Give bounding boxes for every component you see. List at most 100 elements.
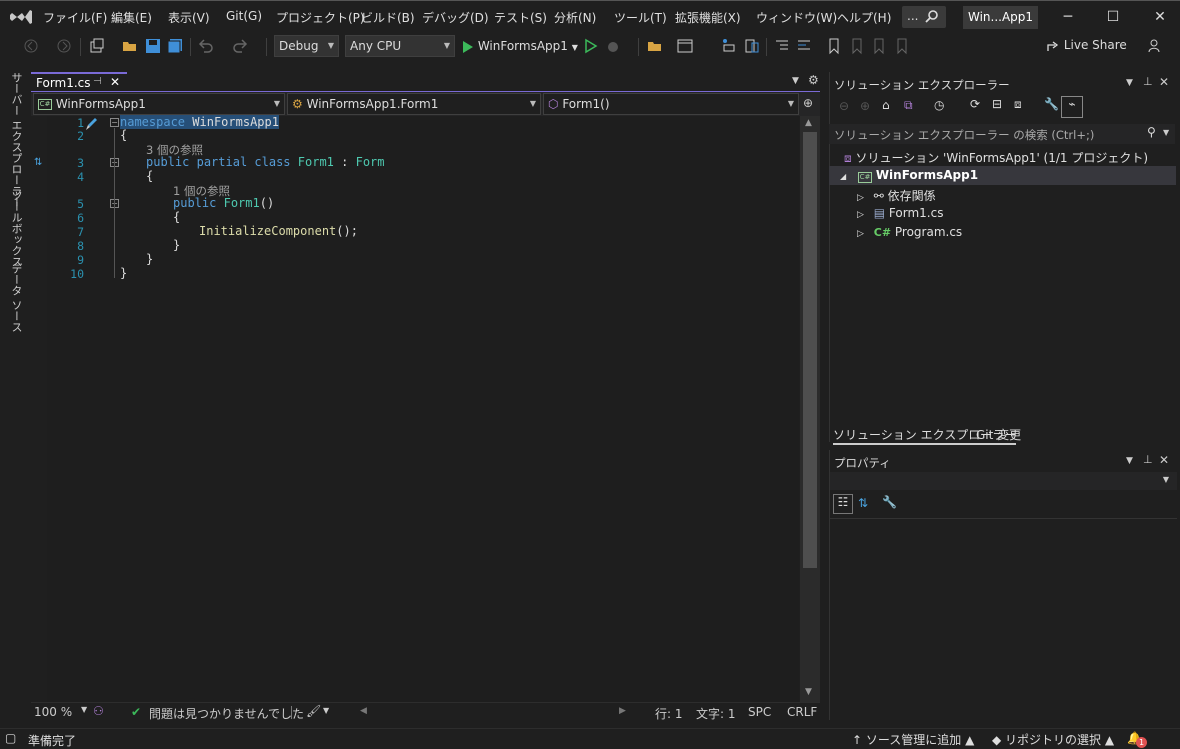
close-tab-icon[interactable]: ✕ — [110, 75, 120, 89]
zoom-level[interactable]: 100 % — [34, 705, 72, 719]
alphabetical-sort-icon[interactable]: ⇅ — [858, 496, 868, 510]
tree-item-dependencies[interactable]: ▷ ⚯ 依存関係 — [857, 187, 936, 204]
back-icon[interactable] — [22, 37, 40, 55]
solution-explorer-search[interactable]: ソリューション エクスプローラー の検索 (Ctrl+;) ⚲ ▼ — [829, 124, 1175, 144]
solution-folder-icon[interactable] — [646, 37, 664, 55]
live-share-button[interactable]: Live Share — [1046, 38, 1127, 53]
tab-git-changes[interactable]: Git 変更 — [976, 426, 1021, 443]
close-panel-icon[interactable]: ✕ — [1159, 75, 1169, 89]
whitespace-indicator[interactable]: SPC — [748, 705, 771, 719]
undo-icon[interactable] — [196, 37, 214, 55]
editor-vertical-scrollbar[interactable]: ▲ ▼ — [800, 116, 820, 702]
save-all-icon[interactable] — [166, 37, 184, 55]
new-item-icon[interactable] — [88, 37, 106, 55]
browser-link-icon[interactable] — [676, 37, 694, 55]
step-icon[interactable] — [720, 37, 738, 55]
next-bookmark-icon[interactable] — [870, 37, 888, 55]
chevron-down-icon[interactable]: ▼ — [323, 706, 329, 715]
scroll-up-icon[interactable]: ▲ — [805, 118, 812, 128]
menu-help[interactable]: ヘルプ(H) — [837, 9, 891, 26]
document-tab-form1[interactable]: Form1.cs ⊣ ✕ — [31, 72, 127, 93]
project-name-badge[interactable]: Win...App1 — [963, 6, 1038, 29]
expanded-chevron-icon[interactable]: ◢ — [840, 172, 846, 181]
split-editor-icon[interactable]: ⊕ — [803, 96, 813, 110]
outdent-icon[interactable] — [795, 37, 813, 55]
code-editor[interactable]: ⇅ 1 2 3 4 5 6 7 8 9 10 − − − namespace W… — [31, 115, 799, 702]
collapse-toggle[interactable]: − — [110, 118, 119, 127]
source-control-button[interactable]: ↑ ソース管理に追加 ▲ — [852, 731, 974, 748]
search-button[interactable]: ... — [902, 6, 946, 28]
tree-project-node[interactable]: ◢ C# WinFormsApp1 — [840, 168, 978, 183]
object-selector[interactable]: ▼ — [830, 472, 1177, 490]
switch-views-icon[interactable]: ⧉ — [904, 98, 913, 113]
close-panel-icon[interactable]: ✕ — [1159, 453, 1169, 467]
quick-actions-brush-icon[interactable] — [83, 116, 99, 132]
maximize-icon[interactable]: ☐ — [1098, 7, 1128, 27]
tree-item-form1[interactable]: ▷ ▤ Form1.cs — [857, 206, 943, 220]
menu-build[interactable]: ビルド(B) — [361, 9, 415, 26]
bookmark-icon[interactable] — [825, 37, 843, 55]
tree-item-program[interactable]: ▷ C# Program.cs — [857, 225, 962, 239]
menu-test[interactable]: テスト(S) — [494, 9, 547, 26]
menu-file[interactable]: ファイル(F) — [43, 9, 107, 26]
menu-extensions[interactable]: 拡張機能(X) — [675, 9, 741, 26]
close-window-icon[interactable]: ✕ — [1145, 7, 1175, 27]
line-ending-indicator[interactable]: CRLF — [787, 705, 817, 719]
menu-project[interactable]: プロジェクト(P) — [276, 9, 365, 26]
code-cleanup-brush-icon[interactable]: 🖌 — [306, 704, 321, 718]
show-all-files-icon[interactable]: ⧈ — [1014, 97, 1022, 112]
collapse-all-icon[interactable]: ⊟ — [992, 97, 1002, 111]
column-indicator[interactable]: 文字: 1 — [696, 705, 736, 722]
tab-list-chevron-icon[interactable]: ▼ — [792, 76, 799, 86]
menu-analyze[interactable]: 分析(N) — [554, 9, 596, 26]
scroll-left-icon[interactable]: ◀ — [360, 706, 367, 716]
chevron-down-icon[interactable]: ▼ — [81, 705, 87, 714]
search-icon[interactable]: ⚲ — [1147, 125, 1156, 139]
back-icon[interactable]: ⊖ — [839, 99, 849, 113]
prev-bookmark-icon[interactable] — [848, 37, 866, 55]
scroll-down-icon[interactable]: ▼ — [805, 687, 812, 697]
class-nav-dropdown[interactable]: ⚙ WinFormsApp1.Form1 ▼ — [287, 93, 541, 115]
properties-wrench-icon[interactable]: 🔧 — [1044, 97, 1059, 111]
pin-icon[interactable]: ⊥ — [1143, 453, 1153, 466]
settings-gear-icon[interactable]: ⚙ — [808, 73, 819, 87]
platform-dropdown[interactable]: Any CPU ▼ — [345, 35, 455, 57]
configuration-dropdown[interactable]: Debug ▼ — [274, 35, 339, 57]
forward-icon[interactable] — [55, 37, 73, 55]
line-indicator[interactable]: 行: 1 — [655, 705, 683, 722]
intellicode-icon[interactable]: ⚇ — [93, 704, 104, 718]
start-without-debugging-icon[interactable] — [582, 37, 600, 55]
data-sources-tab[interactable]: データ ソース — [8, 263, 24, 333]
sync-icon[interactable]: ⟳ — [970, 97, 980, 111]
tree-solution-node[interactable]: ⧈ ソリューション 'WinFormsApp1' (1/1 プロジェクト) — [844, 149, 1148, 166]
chevron-down-icon[interactable]: ▼ — [1163, 128, 1169, 137]
categorized-icon[interactable]: ☷ — [833, 494, 853, 514]
breakpoints-icon[interactable] — [743, 37, 761, 55]
home-icon[interactable]: ⌂ — [882, 98, 890, 112]
server-explorer-tab[interactable]: サーバー エクスプローラー — [8, 72, 24, 208]
window-position-chevron-icon[interactable]: ▼ — [1126, 456, 1133, 466]
menu-git[interactable]: Git(G) — [226, 9, 262, 23]
issues-status[interactable]: 問題は見つかりませんでした — [149, 705, 304, 722]
forward-icon[interactable]: ⊕ — [860, 99, 870, 113]
property-pages-wrench-icon[interactable]: 🔧 — [882, 495, 897, 509]
scroll-thumb[interactable] — [803, 132, 817, 568]
toolbox-tab[interactable]: ツールボックス — [8, 190, 24, 267]
member-nav-dropdown[interactable]: ⬡ Form1() ▼ — [543, 93, 799, 115]
collapsed-chevron-icon[interactable]: ▷ — [857, 229, 864, 239]
collapsed-chevron-icon[interactable]: ▷ — [857, 193, 864, 203]
pending-changes-filter-icon[interactable]: ◷ — [934, 98, 944, 112]
window-position-chevron-icon[interactable]: ▼ — [1126, 78, 1133, 88]
start-debugging-button[interactable]: WinFormsApp1 ▼ — [462, 36, 578, 56]
hot-reload-icon[interactable] — [604, 37, 622, 55]
clear-bookmarks-icon[interactable] — [893, 37, 911, 55]
feedback-icon[interactable] — [1146, 37, 1164, 55]
pin-icon[interactable]: ⊥ — [1143, 75, 1153, 88]
menu-edit[interactable]: 編集(E) — [111, 9, 152, 26]
save-icon[interactable] — [144, 37, 162, 55]
menu-tools[interactable]: ツール(T) — [614, 9, 667, 26]
redo-icon[interactable] — [232, 37, 250, 55]
menu-view[interactable]: 表示(V) — [168, 9, 210, 26]
code-lens-icon[interactable]: ⇅ — [34, 157, 42, 168]
menu-window[interactable]: ウィンドウ(W) — [756, 9, 837, 26]
